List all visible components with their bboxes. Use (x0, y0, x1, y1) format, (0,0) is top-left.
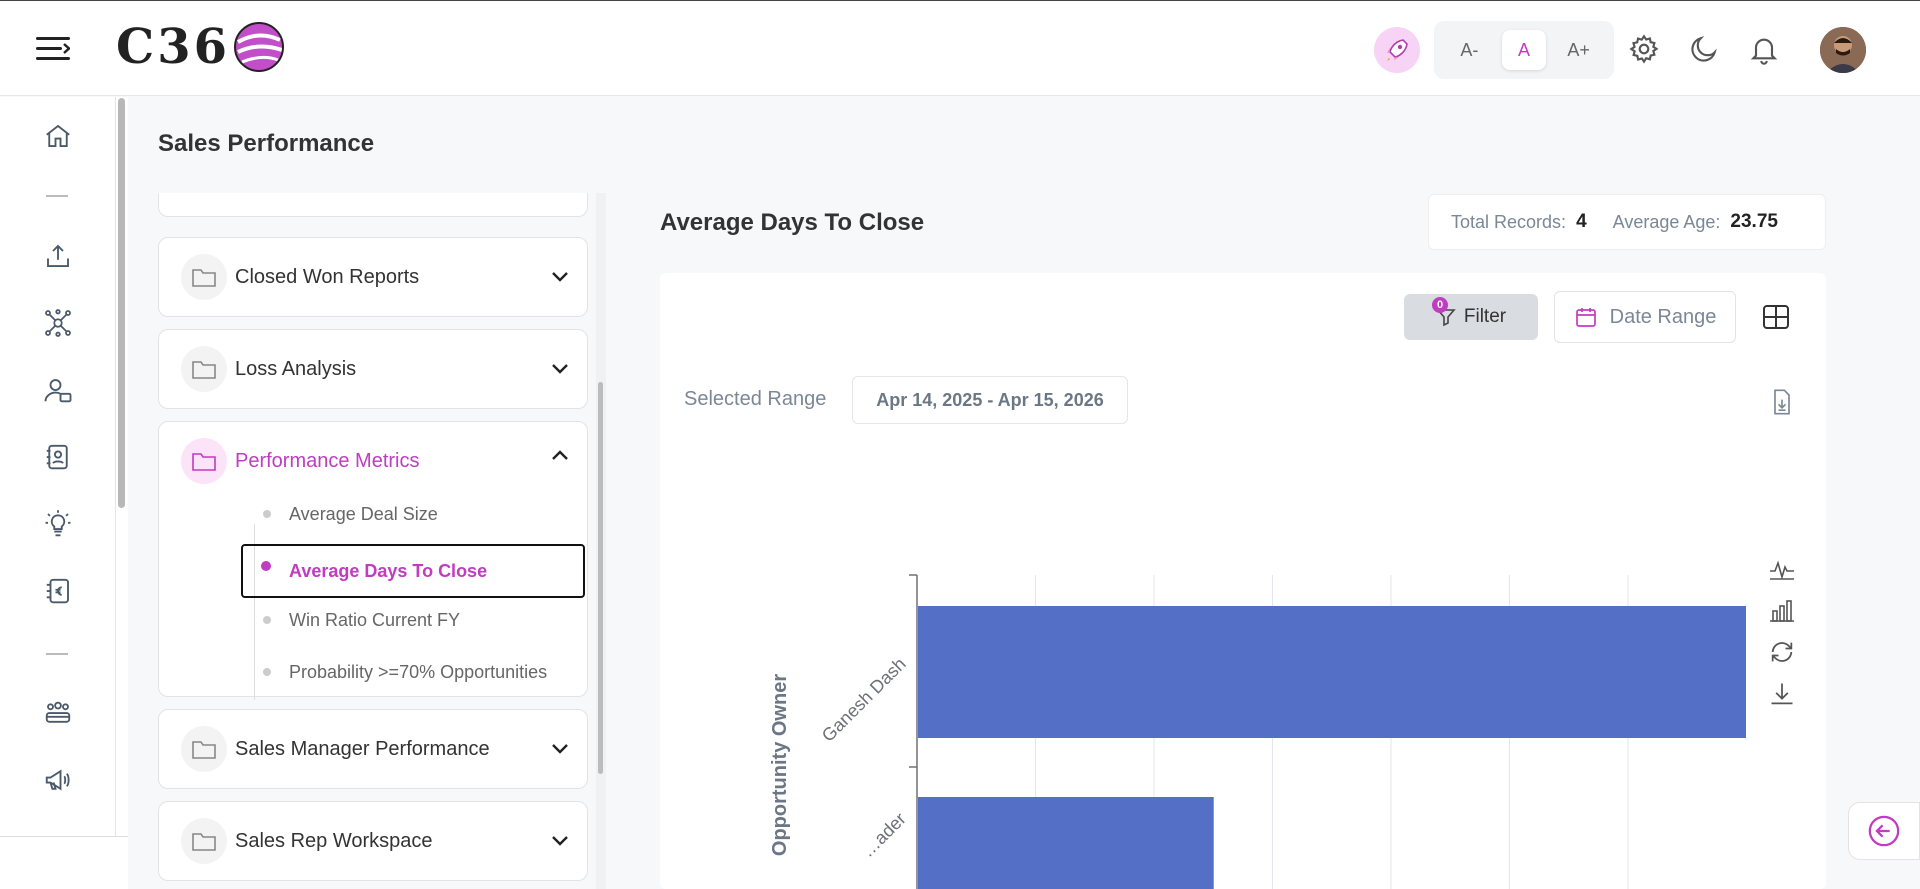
chart-category-labels: Ganesh Dash …ader (818, 654, 910, 861)
chevron-down-icon[interactable] (551, 362, 569, 376)
average-age-label: Average Age: (1612, 211, 1721, 232)
gear-icon[interactable] (1626, 31, 1662, 67)
chevron-down-icon[interactable] (551, 742, 569, 756)
bell-icon[interactable] (1746, 31, 1782, 67)
folder-icon (181, 254, 227, 300)
date-range-label: Date Range (1609, 305, 1717, 328)
rail-scrollbar-thumb[interactable] (118, 98, 125, 508)
report-item[interactable]: Probability >=70% Opportunities (243, 650, 587, 694)
rocket-icon[interactable] (1374, 27, 1420, 73)
font-size-toggle: A- A A+ (1434, 21, 1614, 79)
report-item-label: Win Ratio Current FY (289, 609, 461, 630)
line-chart-icon[interactable] (1766, 552, 1798, 584)
menu-toggle-icon[interactable] (36, 35, 71, 63)
total-records-value: 4 (1576, 211, 1587, 232)
upload-icon[interactable] (38, 236, 78, 276)
collapse-panel-button[interactable] (1848, 802, 1920, 860)
report-stats: Total Records: 4 Average Age: 23.75 (1428, 194, 1826, 250)
font-decrease-button[interactable]: A- (1447, 30, 1491, 70)
moon-icon[interactable] (1686, 31, 1722, 67)
table-view-icon[interactable] (1760, 301, 1792, 333)
folder-header[interactable]: Closed Won Reports (159, 238, 587, 316)
bullet-dot (263, 616, 271, 624)
calendar-icon (1575, 308, 1596, 327)
chevron-up-icon[interactable] (551, 448, 569, 462)
tree-scrollbar-thumb[interactable] (598, 382, 603, 774)
selected-range-label: Selected Range (684, 388, 827, 410)
home-icon[interactable] (38, 116, 78, 156)
top-bar: C36 A- A A+ (0, 0, 1920, 96)
bullet-dot (263, 510, 271, 518)
font-increase-button[interactable]: A+ (1557, 30, 1601, 70)
filter-count-badge: 0 (1432, 297, 1448, 313)
user-manage-icon[interactable] (38, 370, 78, 410)
lightbulb-icon[interactable] (38, 504, 78, 544)
report-item-label: Average Days To Close (289, 560, 488, 581)
folder-header[interactable]: Sales Rep Workspace (159, 802, 587, 880)
folder-icon (181, 818, 227, 864)
folder-label: Sales Rep Workspace (235, 829, 433, 852)
category-label: …ader (857, 809, 909, 861)
folder-header[interactable]: Loss Analysis (159, 330, 587, 408)
contact-card-icon[interactable] (38, 437, 78, 477)
report-folders-panel: Closed Won Reports Loss Analysis Perform… (148, 193, 608, 889)
chevron-down-icon[interactable] (551, 834, 569, 848)
folder-card-closed-won[interactable]: Closed Won Reports (158, 237, 588, 317)
chart-bars (918, 606, 1746, 889)
bar[interactable] (918, 606, 1746, 738)
bar[interactable] (918, 797, 1214, 889)
folder-card-sales-manager[interactable]: Sales Manager Performance (158, 709, 588, 789)
report-item-label: Average Deal Size (289, 503, 438, 524)
bullet-dot (263, 668, 271, 676)
app-logo[interactable]: C36 (116, 17, 286, 77)
filter-label: Filter (1463, 306, 1507, 327)
folder-icon (181, 726, 227, 772)
arrow-left-circle-icon (1868, 815, 1900, 847)
report-title: Average Days To Close (660, 209, 925, 236)
bar-chart: Ganesh Dash …ader Opportunity Owner (769, 574, 1746, 889)
rail-footer (0, 836, 128, 889)
refresh-icon[interactable] (1766, 636, 1798, 668)
download-icon[interactable] (1766, 678, 1798, 710)
folder-card-sales-rep[interactable]: Sales Rep Workspace (158, 801, 588, 881)
megaphone-icon[interactable] (38, 760, 78, 800)
folder-card-clipped[interactable] (158, 193, 588, 217)
folder-icon (181, 438, 227, 484)
selected-range-value: Apr 14, 2025 - Apr 15, 2026 (852, 376, 1128, 424)
network-icon[interactable] (38, 303, 78, 343)
folder-label: Closed Won Reports (235, 265, 420, 288)
report-item-active[interactable]: Average Days To Close (241, 544, 585, 598)
rail-divider (46, 653, 68, 655)
page-title: Sales Performance (158, 130, 375, 157)
y-axis-label: Opportunity Owner (769, 674, 791, 856)
report-item[interactable]: Win Ratio Current FY (243, 598, 587, 642)
font-default-button[interactable]: A (1501, 30, 1546, 70)
export-file-icon[interactable] (1768, 388, 1796, 416)
logo-globe-icon (234, 22, 284, 72)
user-avatar[interactable] (1820, 27, 1866, 73)
filter-button[interactable]: Filter (1404, 294, 1538, 340)
folder-label: Loss Analysis (235, 357, 357, 380)
folder-icon (181, 346, 227, 392)
folder-card-performance-metrics[interactable]: Performance Metrics Average Deal Size Av… (158, 421, 588, 700)
rail-divider (46, 195, 68, 197)
team-icon[interactable] (38, 693, 78, 733)
folder-header[interactable]: Performance Metrics (159, 422, 587, 500)
bar-chart-icon[interactable] (1766, 594, 1798, 626)
folder-label: Sales Manager Performance (235, 737, 490, 760)
report-item[interactable]: Average Deal Size (243, 492, 587, 536)
category-label: Ganesh Dash (818, 654, 910, 746)
average-age-value: 23.75 (1730, 211, 1778, 232)
logo-text: C36 (116, 19, 230, 75)
date-range-button[interactable]: Date Range (1554, 291, 1736, 343)
bullet-dot (261, 561, 271, 571)
folder-label: Performance Metrics (235, 449, 420, 472)
currency-icon[interactable] (38, 571, 78, 611)
folder-card-loss-analysis[interactable]: Loss Analysis (158, 329, 588, 409)
total-records-label: Total Records: (1451, 211, 1567, 232)
folder-header[interactable]: Sales Manager Performance (159, 710, 587, 788)
report-item-label: Probability >=70% Opportunities (289, 661, 548, 682)
chevron-down-icon[interactable] (551, 270, 569, 284)
